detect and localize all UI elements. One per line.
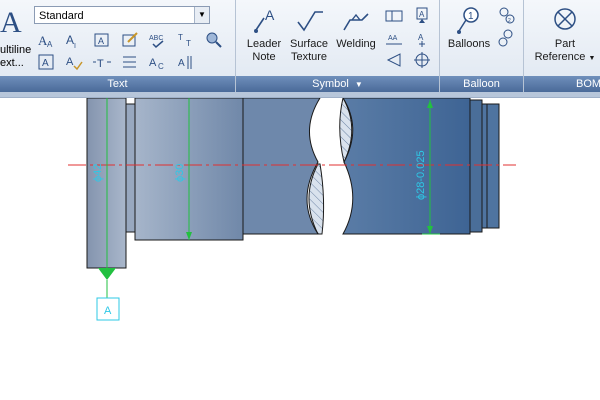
text-align-icon[interactable]: T [92, 52, 112, 72]
centerline-icon[interactable] [412, 50, 432, 70]
part-reference-label-1: Part [554, 38, 576, 50]
shaft-end-groove[interactable] [469, 99, 483, 233]
datum-identifier-icon[interactable]: A [412, 6, 432, 26]
svg-text:A: A [42, 58, 49, 69]
balloon-panel-title: Balloon [440, 76, 523, 92]
drawing-canvas[interactable]: A ϕ42 ϕ30 ϕ28-0.025 [0, 98, 600, 400]
svg-text:C: C [158, 62, 164, 71]
svg-text:A: A [178, 58, 185, 69]
ribbon: A ultiline ext... Standard ▼ A A A I A A… [0, 0, 600, 93]
svg-text:2: 2 [508, 18, 511, 24]
symbol-panel-title[interactable]: Symbol ▼ [236, 76, 439, 92]
welding-button[interactable]: Welding [334, 6, 378, 51]
datum-target-icon[interactable]: AA [384, 28, 404, 48]
surface-texture-button[interactable]: Surface Texture [286, 6, 332, 64]
multiline-text-icon: A [0, 6, 22, 39]
svg-text:ABC: ABC [149, 35, 163, 42]
text-style-combo[interactable]: Standard ▼ [34, 6, 210, 24]
svg-text:A: A [66, 33, 74, 47]
balloon-icon: 1 [457, 7, 479, 34]
balloon-stack-icon[interactable]: 2 [496, 6, 516, 26]
leader-note-button[interactable]: A Leader Note [244, 6, 284, 64]
bom-panel-title: BOM [524, 76, 600, 92]
svg-text:T: T [178, 33, 183, 42]
svg-text:A: A [418, 33, 424, 42]
shaft-step-section[interactable] [125, 103, 136, 233]
svg-text:I: I [74, 43, 76, 50]
chevron-down-icon[interactable]: ▼ [588, 55, 595, 62]
edit-text-icon[interactable] [120, 30, 140, 50]
text-list-icon[interactable] [120, 52, 140, 72]
svg-text:A: A [419, 10, 425, 19]
text-scale-icon[interactable]: AC [148, 52, 168, 72]
text-box-icon[interactable]: A [36, 52, 56, 72]
chevron-down-icon[interactable]: ▼ [194, 7, 209, 23]
balloon-panel: 1 Balloons 2 Balloon [440, 0, 524, 92]
chevron-down-icon[interactable]: ▼ [355, 80, 363, 89]
svg-text:A: A [149, 57, 157, 69]
balloon-align-icon[interactable] [496, 28, 516, 48]
leader-note-label-2: Note [252, 51, 276, 63]
balloons-label: Balloons [447, 38, 491, 50]
symbol-panel: A Leader Note Surface Texture Welding A … [236, 0, 440, 92]
leader-note-label-1: Leader [246, 38, 282, 50]
svg-text:T: T [186, 39, 191, 48]
bom-panel: Part Reference ▼ BOM [524, 0, 600, 92]
surface-texture-label-2: Texture [290, 51, 328, 63]
shaft-end-cap[interactable] [481, 103, 500, 229]
text-style-value: Standard [39, 10, 84, 22]
spell-check-icon[interactable]: ABC [148, 30, 168, 50]
svg-text:A: A [47, 40, 53, 49]
dimension-text-middle[interactable]: ϕ30 [174, 164, 186, 182]
text-justify-icon[interactable]: A [176, 52, 196, 72]
text-panel: A ultiline ext... Standard ▼ A A A I A A… [0, 0, 236, 92]
text-panel-title: Text [0, 76, 235, 92]
zoom-icon[interactable] [204, 30, 224, 50]
surface-texture-icon [297, 11, 323, 32]
find-replace-icon[interactable]: TT [176, 30, 196, 50]
part-reference-icon [554, 8, 576, 30]
text-arc-icon[interactable]: A [64, 52, 84, 72]
multiline-label-2: ext... [0, 57, 24, 69]
svg-text:1: 1 [468, 11, 474, 22]
surface-texture-label-1: Surface [290, 38, 328, 50]
svg-text:A: A [98, 36, 104, 46]
symbol-panel-title-label: Symbol [312, 78, 349, 90]
text-frame-icon[interactable]: A [92, 30, 112, 50]
part-reference-label-2: Reference [534, 51, 586, 63]
multiline-text-button[interactable]: A ultiline ext... [0, 6, 32, 72]
text-height-icon[interactable]: A A [36, 30, 56, 50]
part-reference-button[interactable]: Part Reference ▼ [532, 6, 598, 65]
leader-note-icon: A [254, 7, 275, 33]
dimension-text-left[interactable]: ϕ42 [92, 164, 104, 182]
taper-symbol-icon[interactable]: A [412, 28, 432, 48]
svg-text:T: T [97, 58, 104, 70]
svg-text:A: A [66, 56, 74, 68]
datum-triangle[interactable] [98, 268, 116, 280]
shaft-right-section[interactable] [342, 98, 471, 235]
welding-label: Welding [336, 38, 376, 50]
welding-icon [343, 13, 369, 31]
balloons-button[interactable]: 1 Balloons [444, 6, 494, 51]
text-style-icon[interactable]: A I [64, 30, 84, 50]
svg-text:A: A [265, 7, 275, 23]
datum-label: A [104, 305, 112, 317]
shaft-break-section[interactable] [242, 98, 321, 235]
center-mark-icon[interactable] [384, 50, 404, 70]
multiline-label: ultiline [0, 44, 32, 56]
feature-control-frame-icon[interactable] [384, 6, 404, 26]
svg-text:AA: AA [388, 35, 398, 42]
dimension-text-right[interactable]: ϕ28-0.025 [415, 150, 427, 200]
